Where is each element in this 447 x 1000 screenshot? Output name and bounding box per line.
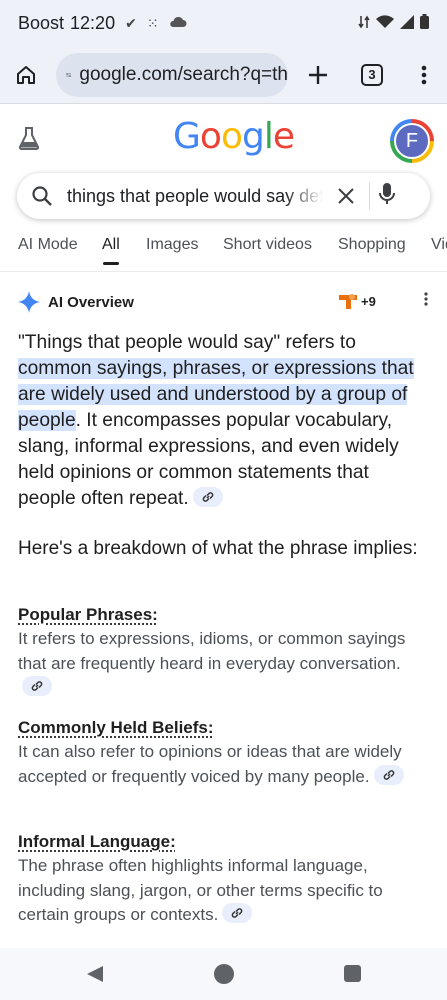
- item-body: It refers to expressions, idioms, or com…: [18, 627, 430, 701]
- ai-overview-summary: "Things that people would say" refers to…: [18, 330, 428, 512]
- url-text: google.com/search?q=th: [79, 63, 288, 85]
- tab-all[interactable]: All: [102, 236, 120, 265]
- carrier-label: Boost: [18, 12, 65, 33]
- source-favicon-icon[interactable]: [338, 290, 358, 315]
- cloud-icon: [169, 15, 187, 31]
- more-vert-icon: [421, 65, 427, 84]
- item-text: It can also refer to opinions or ideas t…: [18, 742, 402, 786]
- google-header: Google F: [0, 104, 447, 170]
- link-icon: [232, 908, 243, 918]
- clock: 12:20: [70, 12, 116, 33]
- breakdown-item: Informal Language: The phrase often high…: [18, 830, 430, 928]
- status-bar: Boost 12:20 ✔ ⁙: [0, 0, 447, 46]
- voice-search-button[interactable]: [378, 182, 396, 211]
- search-tabs: AI Mode All Images Short videos Shopping…: [0, 232, 447, 272]
- tab-videos[interactable]: Vid: [431, 236, 447, 254]
- home-button[interactable]: [4, 53, 48, 97]
- gemini-sparkle-icon: [18, 291, 40, 313]
- new-tab-button[interactable]: [296, 53, 340, 97]
- labs-button[interactable]: [18, 126, 40, 155]
- tab-images[interactable]: Images: [146, 236, 198, 254]
- search-icon: [32, 186, 52, 206]
- grid-notification-icon: ⁙: [146, 14, 159, 31]
- more-vert-icon: [424, 292, 428, 306]
- item-title: Popular Phrases:: [18, 605, 158, 624]
- link-icon: [31, 681, 43, 691]
- item-text: It refers to expressions, idioms, or com…: [18, 629, 406, 673]
- logo-letter: o: [199, 116, 222, 157]
- tab-shopping[interactable]: Shopping: [338, 236, 406, 254]
- link-icon: [202, 492, 214, 502]
- signal-icon: [400, 13, 414, 34]
- home-icon: [17, 65, 35, 84]
- source-link-chip[interactable]: [192, 487, 223, 507]
- search-input[interactable]: things that people would say def: [67, 186, 323, 207]
- logo-letter: e: [272, 116, 295, 157]
- clear-search-button[interactable]: [331, 188, 361, 204]
- item-body: It can also refer to opinions or ideas t…: [18, 740, 430, 789]
- tab-switcher-button[interactable]: 3: [350, 53, 394, 97]
- site-settings-icon[interactable]: [66, 67, 72, 83]
- source-link-chip[interactable]: [373, 764, 404, 785]
- search-divider: [369, 182, 370, 210]
- item-title: Commonly Held Beliefs:: [18, 718, 214, 737]
- source-count[interactable]: +9: [361, 294, 376, 309]
- battery-icon: [420, 13, 429, 34]
- search-box[interactable]: things that people would say def: [17, 173, 430, 219]
- close-icon: [338, 188, 354, 204]
- tab-ai-mode[interactable]: AI Mode: [18, 236, 78, 254]
- tab-count: 3: [361, 63, 383, 86]
- logo-letter: g: [241, 116, 265, 157]
- logo-letter: o: [220, 116, 243, 157]
- browser-menu-button[interactable]: [402, 53, 446, 97]
- summary-intro: "Things that people would say" refers to: [18, 332, 356, 353]
- tab-short-videos[interactable]: Short videos: [223, 236, 312, 254]
- address-bar[interactable]: google.com/search?q=th: [56, 52, 288, 97]
- browser-toolbar: google.com/search?q=th 3: [0, 46, 447, 104]
- avatar-letter: F: [394, 123, 430, 159]
- breakdown-item: Commonly Held Beliefs: It can also refer…: [18, 716, 430, 789]
- wifi-icon: [376, 13, 394, 34]
- flask-icon: [18, 127, 40, 150]
- ai-overview-header: AI Overview +9: [18, 289, 430, 315]
- recents-icon[interactable]: [344, 965, 361, 982]
- back-icon[interactable]: [86, 965, 104, 983]
- item-body: The phrase often highlights informal lan…: [18, 854, 430, 928]
- ai-overview-title: AI Overview: [48, 293, 134, 311]
- item-title: Informal Language:: [18, 832, 176, 851]
- ai-overview-more-button[interactable]: [424, 292, 428, 311]
- home-nav-icon[interactable]: [214, 964, 234, 984]
- checkmark-notification-icon: ✔: [125, 14, 137, 31]
- system-nav-bar: [0, 948, 447, 1000]
- breakdown-heading: Here's a breakdown of what the phrase im…: [18, 538, 418, 559]
- microphone-icon: [379, 182, 395, 204]
- breakdown-item: Popular Phrases: It refers to expression…: [18, 603, 430, 701]
- source-link-chip[interactable]: [222, 903, 253, 923]
- data-arrows-icon: [358, 13, 370, 34]
- logo-letter: G: [173, 116, 201, 157]
- google-logo[interactable]: Google: [173, 116, 295, 157]
- logo-letter: l: [263, 116, 274, 157]
- item-text: The phrase often highlights informal lan…: [18, 856, 383, 924]
- link-icon: [383, 769, 394, 780]
- plus-icon: [309, 65, 327, 84]
- source-link-chip[interactable]: [22, 676, 52, 696]
- account-avatar[interactable]: F: [390, 119, 434, 163]
